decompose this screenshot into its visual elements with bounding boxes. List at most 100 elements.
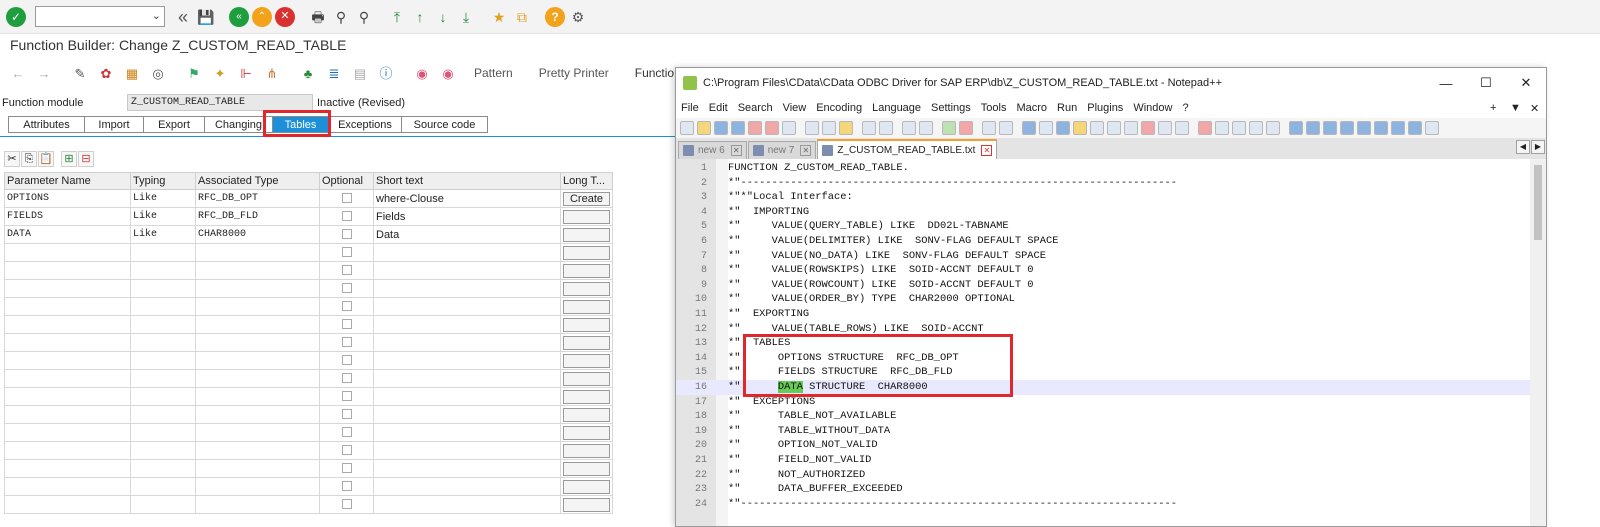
close-tab-icon[interactable]: ✕ <box>981 144 993 156</box>
monitoring-icon[interactable] <box>1158 121 1172 135</box>
activate-icon[interactable]: ✿ <box>96 63 116 83</box>
code-line[interactable]: 1 FUNCTION Z_CUSTOM_READ_TABLE. <box>676 161 1530 176</box>
empty-cell[interactable] <box>130 279 196 298</box>
empty-cell[interactable] <box>319 261 374 280</box>
find-next-icon[interactable]: ⚲ <box>354 7 374 27</box>
empty-cell[interactable] <box>195 495 320 514</box>
check-icon[interactable]: ✓ <box>6 6 26 27</box>
empty-cell[interactable] <box>373 315 561 334</box>
long-text-button[interactable] <box>563 371 610 386</box>
empty-cell[interactable] <box>373 495 561 514</box>
test-icon[interactable]: ◎ <box>148 63 168 83</box>
sync-horizontal-icon[interactable] <box>999 121 1013 135</box>
code-line[interactable]: 22 *" NOT_AUTHORIZED <box>676 468 1530 483</box>
empty-cell[interactable] <box>560 333 613 352</box>
save-macro-icon[interactable] <box>1266 121 1280 135</box>
empty-cell[interactable] <box>319 477 374 496</box>
menu-encoding[interactable]: Encoding <box>816 102 862 114</box>
empty-cell[interactable] <box>319 243 374 262</box>
code-text[interactable]: *" TABLE_NOT_AVAILABLE <box>728 409 896 424</box>
column-header-parameter-name[interactable]: Parameter Name <box>4 172 131 190</box>
empty-cell[interactable] <box>560 315 613 334</box>
empty-cell[interactable] <box>373 261 561 280</box>
code-line[interactable]: 21 *" FIELD_NOT_VALID <box>676 453 1530 468</box>
long-text-button[interactable] <box>563 317 610 332</box>
associated-type-cell[interactable]: RFC_DB_OPT <box>195 189 320 208</box>
wizard-icon[interactable]: ✦ <box>210 63 230 83</box>
optional-checkbox[interactable] <box>341 462 352 473</box>
empty-cell[interactable] <box>4 369 131 388</box>
scrollbar-thumb[interactable] <box>1534 165 1542 240</box>
close-document-button[interactable]: ✕ <box>1530 98 1539 118</box>
optional-checkbox[interactable] <box>341 300 352 311</box>
code-line[interactable]: 24 *"------------------------------------… <box>676 497 1530 512</box>
empty-cell[interactable] <box>373 477 561 496</box>
empty-cell[interactable] <box>319 333 374 352</box>
code-line[interactable]: 23 *" DATA_BUFFER_EXCEEDED <box>676 482 1530 497</box>
indent-guide-icon[interactable] <box>1056 121 1070 135</box>
cut-icon[interactable] <box>805 121 819 135</box>
chevron-down-icon[interactable]: ⌄ <box>152 9 161 22</box>
menu-file[interactable]: File <box>681 102 699 114</box>
arrow-right-icon[interactable]: → <box>34 63 54 83</box>
pattern-button[interactable]: Pattern <box>474 66 513 80</box>
optional-checkbox[interactable] <box>341 192 352 203</box>
empty-cell[interactable] <box>130 297 196 316</box>
check-syntax-icon[interactable]: ▦ <box>122 63 142 83</box>
tab-exceptions[interactable]: Exceptions <box>328 116 402 133</box>
move-down-icon[interactable] <box>1374 121 1388 135</box>
empty-cell[interactable] <box>130 261 196 280</box>
paste-icon[interactable] <box>839 121 853 135</box>
typing-cell[interactable]: Like <box>130 189 196 208</box>
empty-cell[interactable] <box>4 387 131 406</box>
tab-scroll-left-icon[interactable]: ◀ <box>1516 140 1530 154</box>
parameter-name-cell[interactable]: FIELDS <box>4 207 131 226</box>
menu-tools[interactable]: Tools <box>981 102 1007 114</box>
empty-cell[interactable] <box>560 351 613 370</box>
code-line[interactable]: 19 *" TABLE_WITHOUT_DATA <box>676 424 1530 439</box>
optional-checkbox[interactable] <box>341 408 352 419</box>
empty-cell[interactable] <box>130 423 196 442</box>
optional-checkbox[interactable] <box>341 246 352 257</box>
optional-checkbox[interactable] <box>341 210 352 221</box>
delete-row-icon[interactable]: ⊟ <box>78 151 94 167</box>
empty-cell[interactable] <box>130 405 196 424</box>
previous-page-icon[interactable]: ↑ <box>410 7 430 27</box>
empty-cell[interactable] <box>4 477 131 496</box>
menu-edit[interactable]: Edit <box>709 102 728 114</box>
optional-checkbox[interactable] <box>341 282 352 293</box>
empty-cell[interactable] <box>560 369 613 388</box>
optional-checkbox[interactable] <box>341 264 352 275</box>
empty-cell[interactable] <box>319 315 374 334</box>
code-text[interactable]: *" VALUE(ROWSKIPS) LIKE SOID-ACCNT DEFAU… <box>728 263 1034 278</box>
empty-cell[interactable] <box>130 495 196 514</box>
empty-cell[interactable] <box>130 315 196 334</box>
empty-cell[interactable] <box>319 369 374 388</box>
long-text-button[interactable] <box>563 497 610 512</box>
code-line[interactable]: 2 *"-------------------------------------… <box>676 176 1530 191</box>
empty-cell[interactable] <box>195 459 320 478</box>
empty-cell[interactable] <box>130 369 196 388</box>
optional-checkbox[interactable] <box>341 354 352 365</box>
hierarchy-icon[interactable]: ⋔ <box>262 63 282 83</box>
close-tab-icon[interactable]: ✕ <box>800 145 812 156</box>
empty-cell[interactable] <box>560 279 613 298</box>
code-text[interactable]: *"--------------------------------------… <box>728 176 1177 191</box>
save-all-icon[interactable] <box>731 121 745 135</box>
code-text[interactable]: FUNCTION Z_CUSTOM_READ_TABLE. <box>728 161 909 176</box>
plugin-icon-5[interactable] <box>1391 121 1405 135</box>
minimize-button[interactable]: — <box>1426 68 1466 98</box>
code-text[interactable]: *" FIELD_NOT_VALID <box>728 453 871 468</box>
back-icon[interactable]: « <box>229 6 249 27</box>
tab-scroll-right-icon[interactable]: ▶ <box>1531 140 1545 154</box>
undo-icon[interactable] <box>862 121 876 135</box>
tab-source-code[interactable]: Source code <box>401 116 488 133</box>
save-icon[interactable] <box>714 121 728 135</box>
code-text[interactable]: *" TABLE_WITHOUT_DATA <box>728 424 890 439</box>
empty-cell[interactable] <box>319 351 374 370</box>
code-line[interactable]: 10 *" VALUE(ORDER_BY) TYPE CHAR2000 OPTIO… <box>676 292 1530 307</box>
empty-cell[interactable] <box>319 279 374 298</box>
arrow-left-icon[interactable]: ← <box>8 63 28 83</box>
empty-cell[interactable] <box>195 261 320 280</box>
empty-cell[interactable] <box>4 405 131 424</box>
